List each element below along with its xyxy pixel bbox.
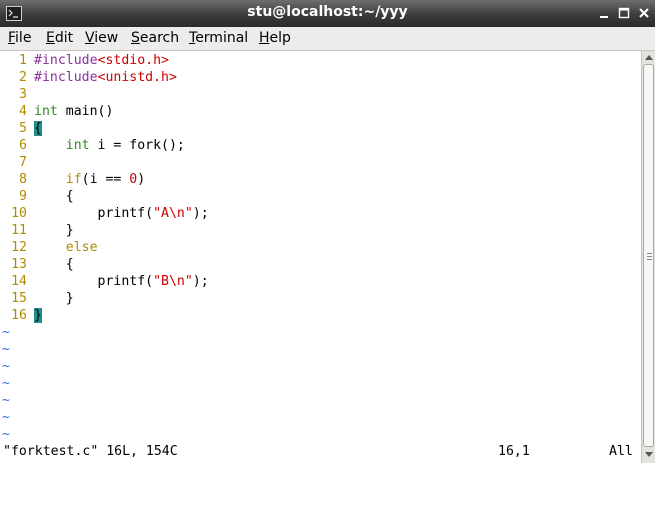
code-line[interactable]: 6 int i = fork(); xyxy=(0,137,185,154)
code-line[interactable]: 7 xyxy=(0,154,34,171)
code-token: i = fork(); xyxy=(89,138,185,153)
line-number: 13 xyxy=(11,257,27,272)
code-token: #include xyxy=(34,70,98,85)
code-line[interactable]: 15 } xyxy=(0,290,74,307)
empty-line-marker: ~ xyxy=(2,342,10,357)
code-token: } xyxy=(34,308,42,323)
code-line[interactable]: 1 #include<stdio.h> xyxy=(0,52,169,69)
menu-search[interactable]: Search xyxy=(131,30,179,46)
menu-search-mnemonic: S xyxy=(131,30,140,46)
line-number: 3 xyxy=(19,87,27,102)
code-token: printf( xyxy=(34,206,154,221)
menu-help-mnemonic: H xyxy=(259,30,270,46)
menu-help[interactable]: Help xyxy=(259,30,291,46)
code-line[interactable]: 5{ xyxy=(0,120,42,137)
code-line[interactable]: 3 xyxy=(0,86,34,103)
menu-edit[interactable]: Edit xyxy=(46,30,73,46)
line-number: 15 xyxy=(11,291,27,306)
code-token: "A\n" xyxy=(153,206,193,221)
menu-file-label: ile xyxy=(15,30,32,46)
empty-line-marker: ~ xyxy=(2,359,10,374)
scrollbar-grip xyxy=(647,253,652,261)
scroll-up-arrow-icon[interactable] xyxy=(644,53,654,63)
menu-view[interactable]: View xyxy=(85,30,118,46)
status-cursor-position: 16,1 xyxy=(498,444,530,459)
code-line[interactable]: 13 { xyxy=(0,256,74,273)
menu-edit-mnemonic: E xyxy=(46,30,55,46)
empty-line-marker: ~ xyxy=(2,410,10,425)
window-titlebar[interactable]: stu@localhost:~/yyy xyxy=(0,0,655,27)
code-token: } xyxy=(34,291,74,306)
code-token: ); xyxy=(192,206,209,221)
line-number: 14 xyxy=(11,274,27,289)
code-line[interactable]: 8 if(i == 0) xyxy=(0,171,145,188)
menu-help-label: elp xyxy=(269,30,291,46)
code-line[interactable]: 14 printf("B\n"); xyxy=(0,273,209,290)
code-token: <unistd.h> xyxy=(97,70,177,85)
window-title: stu@localhost:~/yyy xyxy=(247,4,408,20)
menu-terminal-label: erminal xyxy=(195,30,249,46)
vim-editor-area[interactable]: 1 #include<stdio.h> 2 #include<unistd.h> 3 4 i… xyxy=(0,51,641,442)
code-token: else xyxy=(65,240,98,255)
code-token: { xyxy=(34,121,42,136)
empty-line-marker: ~ xyxy=(2,325,10,340)
code-token: <stdio.h> xyxy=(97,53,169,68)
minimize-icon[interactable] xyxy=(597,6,611,20)
line-number: 4 xyxy=(19,104,27,119)
status-scroll-percent: All xyxy=(609,444,633,459)
code-token: #include xyxy=(34,53,98,68)
empty-line-marker: ~ xyxy=(2,393,10,408)
line-number: 5 xyxy=(19,121,27,136)
line-number: 12 xyxy=(11,240,27,255)
menu-bar: File Edit View Search Terminal Help xyxy=(0,27,655,51)
scroll-down-arrow-icon[interactable] xyxy=(644,449,654,459)
code-token: { xyxy=(34,189,74,204)
code-token: int xyxy=(65,138,90,153)
menu-terminal[interactable]: Terminal xyxy=(189,30,248,46)
line-number: 1 xyxy=(19,53,27,68)
code-token: ) xyxy=(137,172,146,187)
menu-file[interactable]: File xyxy=(8,30,31,46)
close-icon[interactable] xyxy=(637,6,651,20)
line-number: 7 xyxy=(19,155,27,170)
vim-status-line: "forktest.c" 16L, 154C 16,1 All xyxy=(0,441,641,463)
code-line[interactable]: 4 int main() xyxy=(0,103,113,120)
line-number: 6 xyxy=(19,138,27,153)
menu-view-mnemonic: V xyxy=(85,30,95,46)
code-line[interactable]: 12 else xyxy=(0,239,98,256)
scrollbar-thumb[interactable] xyxy=(643,64,654,447)
code-token: (i == xyxy=(81,172,130,187)
menu-file-mnemonic: F xyxy=(8,30,16,46)
code-token: } xyxy=(34,223,74,238)
line-number: 10 xyxy=(11,206,27,221)
code-token: ); xyxy=(192,274,209,289)
line-number: 11 xyxy=(11,223,27,238)
code-line[interactable]: 10 printf("A\n"); xyxy=(0,205,209,222)
code-token: { xyxy=(34,257,74,272)
code-token: int xyxy=(34,104,58,119)
maximize-icon[interactable] xyxy=(617,6,631,20)
menu-search-label: earch xyxy=(139,30,180,46)
menu-edit-label: dit xyxy=(54,30,74,46)
line-number: 2 xyxy=(19,70,27,85)
code-line[interactable]: 9 { xyxy=(0,188,74,205)
code-token: printf( xyxy=(34,274,154,289)
code-token: main() xyxy=(57,104,114,119)
code-line[interactable]: 2 #include<unistd.h> xyxy=(0,69,177,86)
line-number: 16 xyxy=(11,308,27,323)
status-file-info: "forktest.c" 16L, 154C xyxy=(3,444,178,459)
line-number: 8 xyxy=(19,172,27,187)
empty-line-marker: ~ xyxy=(2,376,10,391)
code-line[interactable]: 16} xyxy=(0,307,42,324)
menu-view-label: iew xyxy=(94,30,119,46)
code-token: if xyxy=(65,172,82,187)
vertical-scrollbar[interactable] xyxy=(641,51,655,463)
code-line[interactable]: 11 } xyxy=(0,222,74,239)
line-number: 9 xyxy=(19,189,27,204)
code-token: "B\n" xyxy=(153,274,193,289)
